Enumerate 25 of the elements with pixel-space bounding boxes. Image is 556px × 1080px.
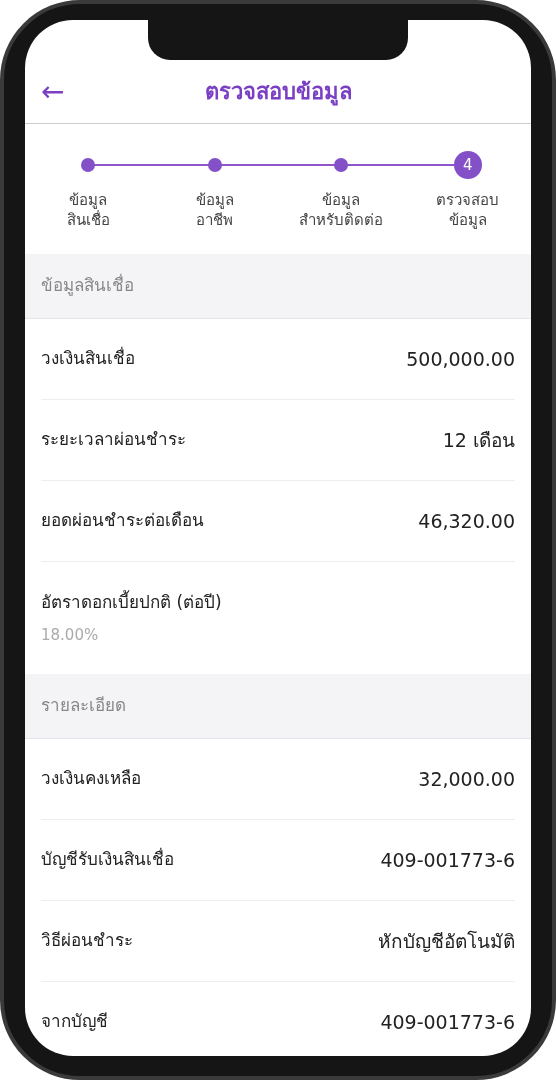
- step-label: ข้อมูล อาชีพ: [195, 190, 234, 230]
- field-value: 500,000.00: [406, 346, 515, 372]
- field-label: บัญชีรับเงินสินเชื่อ: [41, 847, 174, 872]
- field-value: 32,000.00: [418, 766, 515, 792]
- field-label: อัตราดอกเบี้ยปกติ (ต่อปี): [41, 590, 223, 614]
- field-label: วิธีผ่อนชำระ: [41, 929, 133, 953]
- field-value: หักบัญชีอัตโนมัติ: [378, 928, 515, 954]
- field-label: ยอดผ่อนชำระต่อเดือน: [41, 509, 204, 533]
- section-title: ข้อมูลสินเชื่อ: [41, 273, 134, 298]
- section-title: รายละเอียด: [41, 694, 126, 718]
- field-label: จากบัญชี: [41, 1010, 108, 1034]
- step-label: ข้อมูล สำหรับติดต่อ: [299, 190, 384, 230]
- step-label: ตรวจสอบ ข้อมูล: [436, 190, 500, 230]
- field-value: 409-001773-6: [380, 1009, 515, 1035]
- field-value: 12 เดือน: [442, 427, 515, 453]
- field-label: วงเงินคงเหลือ: [41, 767, 141, 791]
- field-value: 18.00%: [41, 624, 100, 646]
- step-label: ข้อมูล สินเชื่อ: [66, 190, 110, 230]
- field-value: 46,320.00: [418, 508, 515, 534]
- field-label: วงเงินสินเชื่อ: [41, 346, 135, 371]
- step-number: 4: [453, 151, 482, 179]
- field-value: 409-001773-6: [380, 847, 515, 873]
- page-title: ตรวจสอบข้อมูล: [204, 78, 352, 108]
- field-label: ระยะเวลาผ่อนชำระ: [41, 428, 186, 452]
- back-button[interactable]: ←: [41, 77, 65, 106]
